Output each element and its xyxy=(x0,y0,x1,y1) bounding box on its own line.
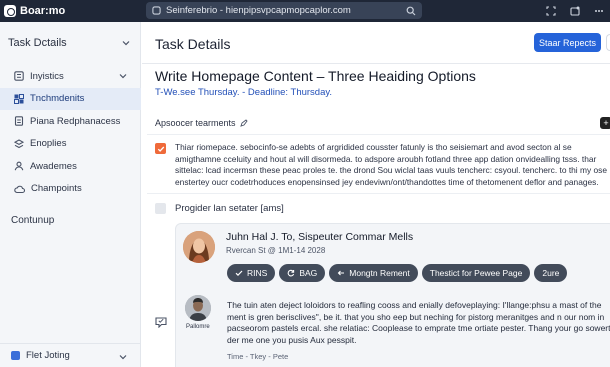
person-photo-icon xyxy=(185,295,211,321)
cloud-icon xyxy=(14,185,25,193)
layers-icon xyxy=(14,139,24,148)
sidebar-item-label: Enoplies xyxy=(30,138,67,150)
progress-label: Progider lan setater [ams] xyxy=(175,203,284,214)
top-bar: Boar:mo Seinferebrio - hienpipsvpcapmopc… xyxy=(0,0,610,22)
brand[interactable]: Boar:mo xyxy=(0,5,140,17)
check-icon xyxy=(157,146,164,152)
comment-meta: Time - Tkey - Pete xyxy=(227,352,289,361)
comment-date: Rvercan St @ 1M1-14 2028 xyxy=(226,246,326,255)
sidebar-item-awademes[interactable]: Awademes xyxy=(0,155,141,178)
avatar[interactable] xyxy=(185,295,211,321)
main-panel: Task Details Staar Repects Write Homepag… xyxy=(142,22,610,367)
primary-action-button[interactable]: Staar Repects xyxy=(534,33,601,52)
comment-card: Juhn Hal J. To, Sispeuter Commar Mells R… xyxy=(175,223,610,367)
person-photo-icon xyxy=(183,231,215,263)
assignee-section[interactable]: Apsoocer tearments xyxy=(155,118,248,128)
top-actions xyxy=(546,0,610,22)
divider xyxy=(147,134,610,135)
more-options-icon[interactable] xyxy=(594,6,604,16)
people-icon xyxy=(14,161,24,171)
chip-label: BAG xyxy=(299,268,318,278)
sidebar-header[interactable]: Task Dctails xyxy=(8,37,130,49)
comment-author: Juhn Hal J. To, Sispeuter Commar Mells xyxy=(226,231,414,243)
assignee-label: Apsoocer tearments xyxy=(155,118,236,128)
chip-label: Thestict for Pewee Page xyxy=(429,268,523,278)
chip-2ure[interactable]: 2ure xyxy=(534,264,568,282)
sidebar-item-piana-redphanacess[interactable]: Piana Redphanacess xyxy=(0,110,141,133)
reaction-icon[interactable] xyxy=(155,317,167,328)
refresh-icon xyxy=(287,269,295,277)
divider xyxy=(147,193,610,194)
sidebar-footer-label: Flet Joting xyxy=(26,350,70,361)
app-name: Boar:mo xyxy=(20,5,66,17)
chevron-down-icon xyxy=(119,355,127,360)
sidebar-item-enoplies[interactable]: Enoplies xyxy=(0,133,141,156)
secondary-action-button[interactable] xyxy=(606,34,610,51)
edit-icon[interactable] xyxy=(239,119,248,127)
grid-icon xyxy=(14,93,24,104)
comment-text: The tuin aten deject loloidors to reafli… xyxy=(227,300,610,345)
list-icon xyxy=(14,71,24,81)
search-input[interactable]: Seinferebrio - hienpipsvpcapmopcaplor.co… xyxy=(166,5,401,16)
add-icon[interactable]: + xyxy=(600,117,610,129)
notifications-icon[interactable] xyxy=(570,6,580,16)
chip-label: Mongtn Rement xyxy=(349,268,410,278)
main-header: Task Details Staar Repects xyxy=(142,22,610,64)
sidebar-item-tnchmdenits[interactable]: Tnchmdenits xyxy=(0,87,141,110)
chip-mongtn-rement[interactable]: Mongtn Rement xyxy=(329,264,418,282)
avatar[interactable] xyxy=(183,231,215,263)
arrow-left-icon xyxy=(337,270,345,276)
task-description: Thiar riomepace. sebocinfo-se adebts of … xyxy=(175,142,607,187)
page-title: Task Details xyxy=(155,36,231,52)
chip-label: RINS xyxy=(247,268,268,278)
chip-label: 2ure xyxy=(542,268,560,278)
completed-checkbox[interactable] xyxy=(155,143,166,154)
search-leading-icon xyxy=(152,6,161,15)
task-title: Write Homepage Content – Three Heaiding … xyxy=(155,68,476,84)
sidebar-item-champoints[interactable]: Champoints xyxy=(0,178,141,201)
expand-icon[interactable] xyxy=(546,6,556,16)
sidebar-item-label: Champoints xyxy=(31,183,82,195)
app-logo-icon xyxy=(4,5,16,17)
workspace-icon xyxy=(11,351,20,360)
chip-bag[interactable]: BAG xyxy=(279,264,326,282)
document-icon xyxy=(14,116,24,126)
progress-checkbox[interactable] xyxy=(155,203,166,214)
sidebar-header-label: Task Dctails xyxy=(8,37,67,49)
action-chips: RINS BAG Mongtn Rement Thestict for Pewe… xyxy=(227,264,568,282)
sidebar-item-inyistics[interactable]: Inyistics xyxy=(0,65,141,88)
sidebar-footer[interactable]: Flet Joting xyxy=(0,343,141,367)
sidebar-item-label: Piana Redphanacess xyxy=(30,115,121,127)
sidebar-item-label: Awademes xyxy=(30,160,77,172)
chevron-down-icon xyxy=(122,41,130,46)
sidebar-item-label: Tnchmdenits xyxy=(30,93,85,105)
sidebar-nav: Inyistics Tnchmdenits Piana Redphanacess… xyxy=(0,65,141,200)
chevron-down-icon xyxy=(119,74,127,79)
search-icon[interactable] xyxy=(406,6,416,16)
search-bar[interactable]: Seinferebrio - hienpipsvpcapmopcaplor.co… xyxy=(146,2,422,19)
sidebar-section-label[interactable]: Contunup xyxy=(11,215,54,226)
sidebar: Task Dctails Inyistics Tnchmdenits Piana… xyxy=(0,22,141,367)
sidebar-item-label: Inyistics xyxy=(30,70,64,82)
chip-rins[interactable]: RINS xyxy=(227,264,276,282)
check-icon xyxy=(235,270,243,277)
chip-thestict[interactable]: Thestict for Pewee Page xyxy=(421,264,531,282)
avatar-caption: Pallomre xyxy=(186,324,210,330)
task-deadline[interactable]: T-We.see Thursday. - Deadline: Thursday. xyxy=(155,87,332,98)
